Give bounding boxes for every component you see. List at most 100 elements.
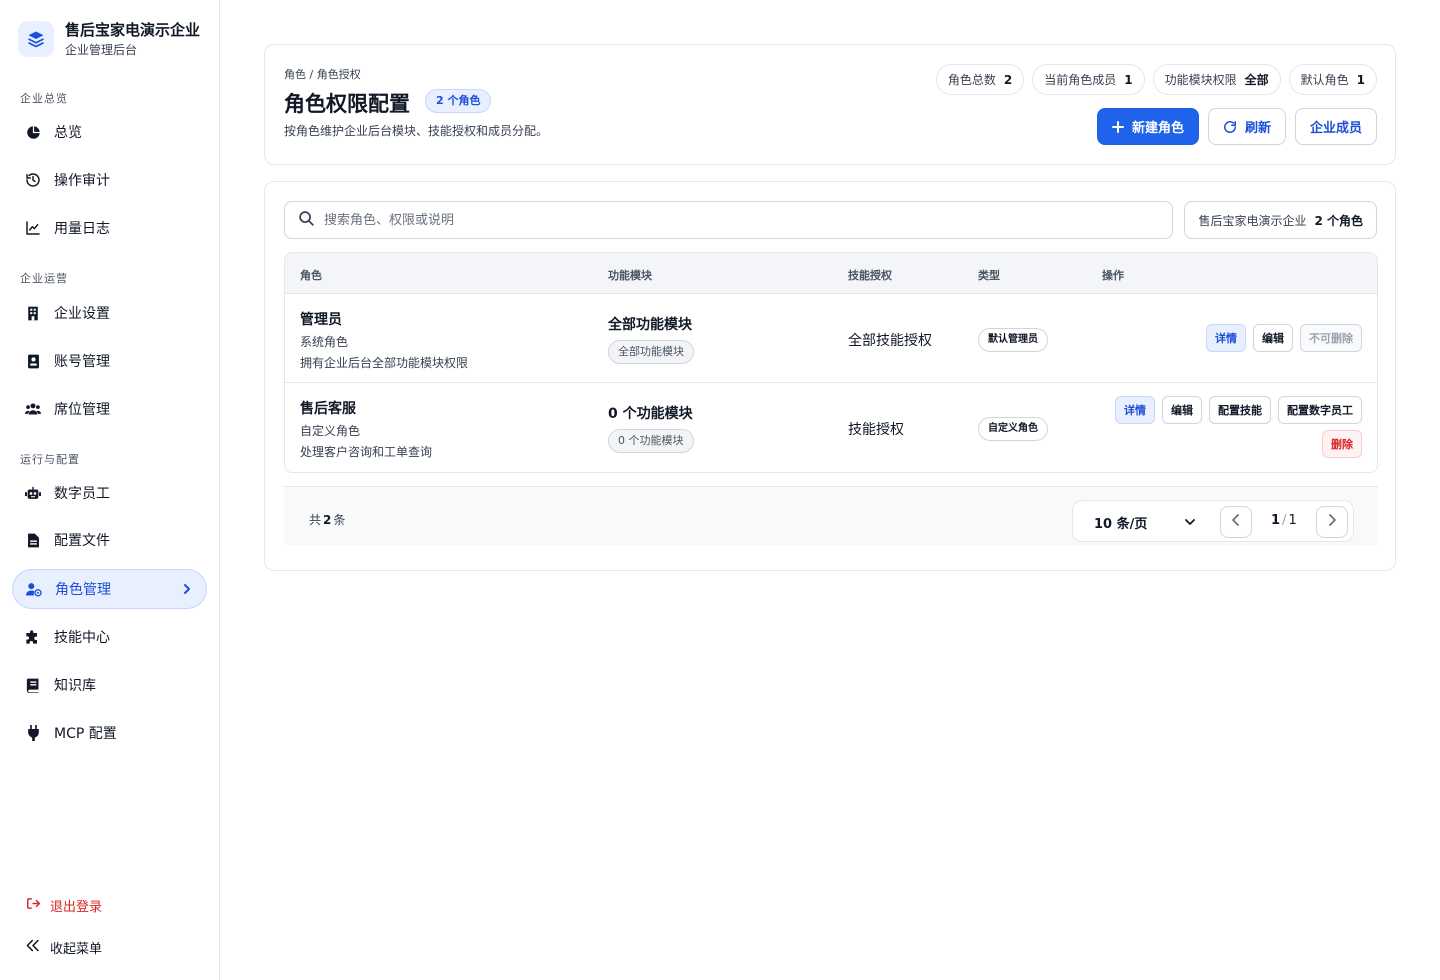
search-input[interactable] (324, 212, 1124, 228)
skill-authorization: 全部技能授权 (848, 333, 932, 349)
role-type-tag: 默认管理员 (978, 328, 1048, 352)
column-header-type: 类型 (978, 269, 1000, 282)
sidebar-item-digital-employee[interactable]: 数字员工 (12, 473, 207, 513)
total-prefix: 共 (309, 513, 322, 527)
collapse-menu-button[interactable]: 收起菜单 (26, 938, 102, 957)
enterprise-members-label: 企业成员 (1309, 121, 1362, 136)
org-name: 售后宝家电演示企业 (1198, 213, 1307, 228)
row-actions: 详情 编辑 不可删除 (1206, 324, 1362, 352)
role-name: 管理员 (300, 312, 342, 328)
chevron-right-icon (182, 582, 192, 600)
stat-label: 当前角色成员 (1044, 73, 1117, 87)
chevron-down-icon[interactable] (1183, 514, 1197, 533)
stat-label: 角色总数 (947, 73, 996, 87)
line-chart-icon (25, 220, 41, 236)
total-count: 共2条 (309, 511, 345, 528)
current-page: 1 (1271, 513, 1281, 528)
stat-value: 1 (1124, 72, 1133, 87)
page-header-card: 角色 / 角色授权 角色权限配置 2 个角色 按角色维护企业后台模块、技能授权和… (264, 44, 1396, 165)
sidebar-item-knowledge-base[interactable]: 知识库 (12, 665, 207, 705)
edit-button[interactable]: 编辑 (1253, 324, 1293, 352)
users-icon (25, 401, 41, 417)
history-icon (25, 172, 41, 188)
next-page-button[interactable] (1316, 506, 1348, 538)
stats-row: 角色总数 2 当前角色成员 1 功能模块权限 全部 默认角色 1 (935, 64, 1377, 95)
column-header-role: 角色 (300, 269, 322, 282)
stat-value: 1 (1356, 72, 1365, 87)
robot-icon (25, 485, 41, 501)
column-header-actions: 操作 (1102, 269, 1124, 282)
header-actions: 新建角色 刷新 企业成员 (1096, 108, 1377, 145)
sidebar-item-overview[interactable]: 总览 (12, 112, 207, 152)
module-summary: 0 个功能模块 (608, 406, 693, 422)
stat-module-permission: 功能模块权限 全部 (1152, 64, 1281, 95)
sidebar-item-seats[interactable]: 席位管理 (12, 389, 207, 429)
table-header: 角色 功能模块 技能授权 类型 操作 (285, 253, 1377, 294)
enterprise-members-button[interactable]: 企业成员 (1294, 108, 1377, 145)
configure-digital-employee-button[interactable]: 配置数字员工 (1278, 396, 1362, 424)
page-indicator: 1/1 (1271, 513, 1297, 528)
table-row: 管理员 系统角色 拥有企业后台全部功能模块权限 全部功能模块 全部功能模块 全部… (285, 294, 1377, 383)
detail-button[interactable]: 详情 (1115, 396, 1155, 424)
search-box[interactable] (284, 201, 1173, 239)
role-kind: 自定义角色 (300, 424, 361, 438)
refresh-button[interactable]: 刷新 (1207, 108, 1286, 145)
stat-current-members: 当前角色成员 1 (1032, 64, 1145, 95)
sidebar-item-label: 账号管理 (54, 354, 110, 370)
sidebar-item-mcp-config[interactable]: MCP 配置 (12, 713, 207, 753)
module-tag: 0 个功能模块 (608, 429, 694, 453)
building-icon (25, 305, 41, 321)
sidebar-item-accounts[interactable]: 账号管理 (12, 341, 207, 381)
page-size-select[interactable]: 10 条/页 (1094, 513, 1147, 532)
table-row: 售后客服 自定义角色 处理客户咨询和工单查询 0 个功能模块 0 个功能模块 技… (285, 383, 1377, 472)
id-badge-icon (25, 353, 41, 369)
stat-label: 功能模块权限 (1164, 73, 1237, 87)
total-suffix: 条 (333, 513, 346, 527)
file-icon (25, 532, 41, 548)
sidebar-item-usage-log[interactable]: 用量日志 (12, 208, 207, 248)
sidebar-item-audit[interactable]: 操作审计 (12, 160, 207, 200)
edit-button[interactable]: 编辑 (1162, 396, 1202, 424)
plug-icon (25, 725, 41, 741)
sidebar-item-label: 数字员工 (54, 486, 110, 502)
logout-button[interactable]: 退出登录 (26, 896, 102, 915)
pagination-bar: 共2条 10 条/页 1/1 (284, 486, 1378, 545)
org-filter[interactable]: 售后宝家电演示企业 2 个角色 (1184, 201, 1377, 239)
new-role-button[interactable]: 新建角色 (1096, 108, 1199, 145)
collapse-menu-label: 收起菜单 (50, 942, 103, 957)
row-actions: 详情 编辑 配置技能 配置数字员工 (1115, 396, 1362, 424)
stat-value: 2 (1003, 72, 1013, 87)
page-title: 角色权限配置 (284, 92, 410, 116)
sidebar-item-label: 企业设置 (54, 306, 110, 322)
delete-button[interactable]: 删除 (1322, 430, 1362, 458)
stat-default-role: 默认角色 1 (1288, 64, 1377, 95)
logout-icon (26, 897, 41, 914)
prev-page-button[interactable] (1220, 506, 1252, 538)
puzzle-icon (25, 629, 41, 645)
sidebar-item-role-management[interactable]: 角色管理 (12, 569, 207, 609)
search-icon (298, 210, 315, 231)
sidebar-item-label: 操作审计 (54, 173, 110, 189)
sidebar-item-label: 角色管理 (55, 582, 111, 598)
sidebar-item-config-files[interactable]: 配置文件 (12, 520, 207, 560)
roles-card: 售后宝家电演示企业 2 个角色 角色 功能模块 技能授权 类型 操作 管理员 系统… (264, 181, 1396, 571)
role-count-badge: 2 个角色 (425, 89, 492, 113)
refresh-label: 刷新 (1244, 121, 1271, 136)
module-tag: 全部功能模块 (608, 340, 694, 364)
sidebar-item-label: 用量日志 (54, 221, 110, 237)
stat-label: 默认角色 (1300, 73, 1349, 87)
module-summary: 全部功能模块 (608, 317, 692, 333)
sidebar-item-label: 配置文件 (54, 533, 110, 549)
nav-section-overview: 企业总览 (20, 92, 68, 105)
configure-skills-button[interactable]: 配置技能 (1209, 396, 1271, 424)
pager: 10 条/页 1/1 (1072, 500, 1354, 542)
chevron-right-icon (1326, 512, 1338, 532)
sidebar-item-enterprise-settings[interactable]: 企业设置 (12, 293, 207, 333)
detail-button[interactable]: 详情 (1206, 324, 1246, 352)
org-role-count: 2 个角色 (1314, 213, 1363, 228)
column-header-module: 功能模块 (608, 269, 652, 282)
sidebar-item-skill-center[interactable]: 技能中心 (12, 617, 207, 657)
role-description: 拥有企业后台全部功能模块权限 (300, 356, 469, 370)
pie-chart-icon (25, 124, 41, 140)
row-actions-secondary: 删除 (1322, 430, 1362, 458)
